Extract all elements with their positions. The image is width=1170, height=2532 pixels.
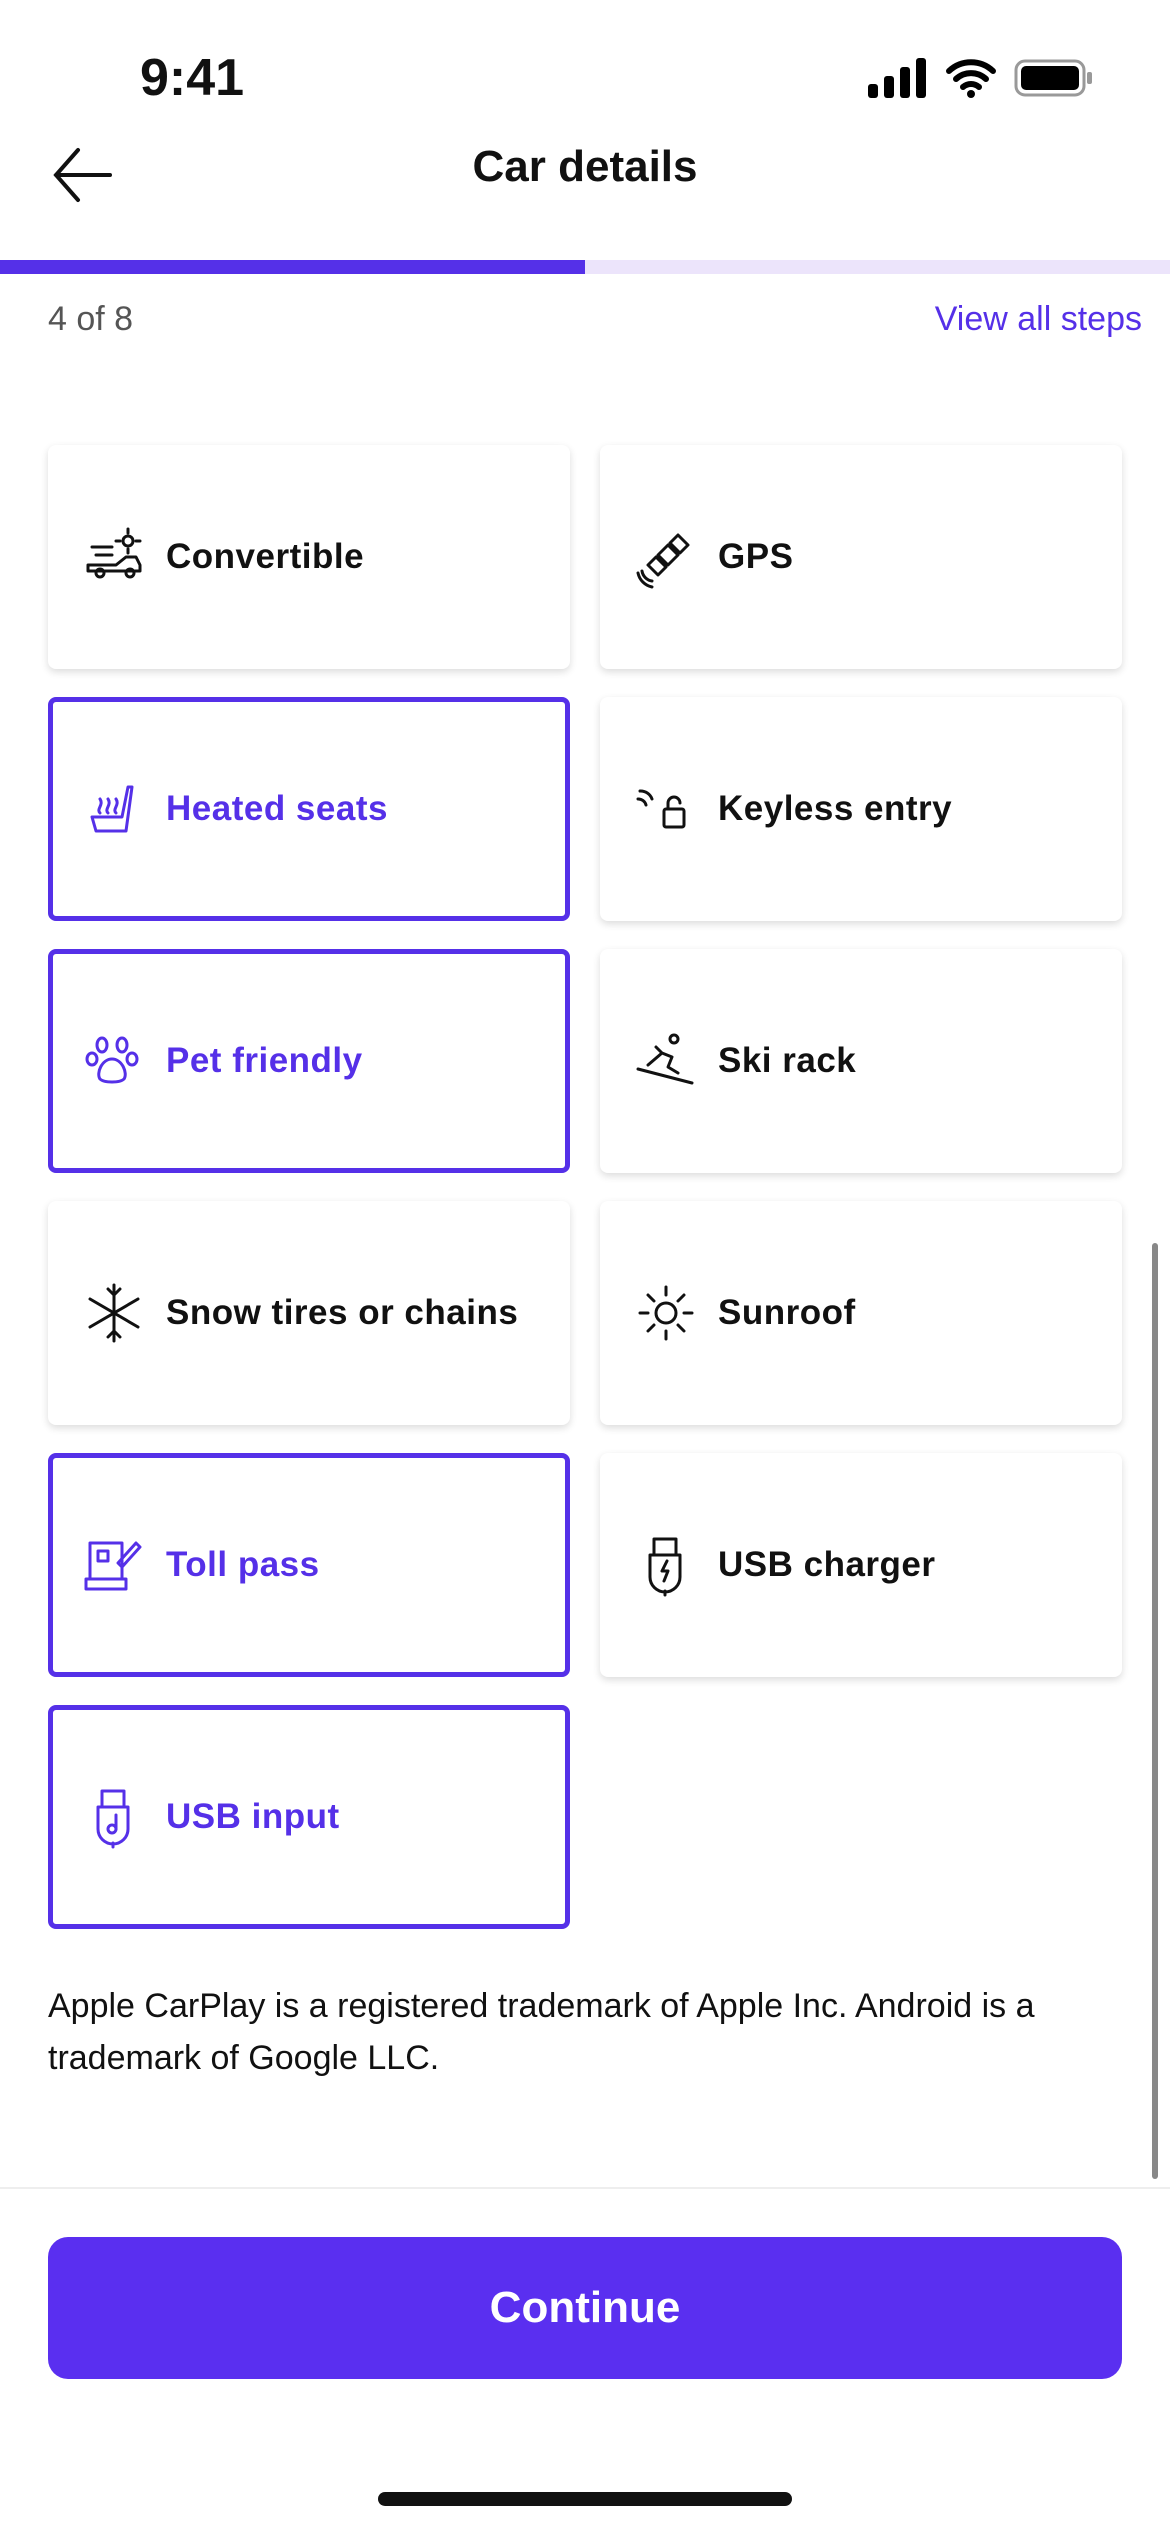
feature-label: Toll pass [166, 1545, 320, 1584]
feature-card-snow-tires-or-chains[interactable]: Snow tires or chains [48, 1201, 570, 1425]
wifi-icon [946, 59, 996, 98]
feature-card-usb-input[interactable]: USB input [48, 1705, 570, 1929]
feature-label: Sunroof [718, 1293, 856, 1332]
feature-card-heated-seats[interactable]: Heated seats [48, 697, 570, 921]
step-counter: 4 of 8 [48, 300, 134, 338]
keyless-lock-icon [636, 789, 686, 829]
feature-label: Keyless entry [718, 789, 953, 828]
feature-card-pet-friendly[interactable]: Pet friendly [48, 949, 570, 1173]
page-title: Car details [472, 142, 698, 191]
feature-label: Pet friendly [166, 1041, 363, 1080]
home-indicator [378, 2492, 792, 2506]
battery-icon [1014, 59, 1092, 97]
feature-card-gps[interactable]: GPS [600, 445, 1122, 669]
feature-label: USB charger [718, 1545, 936, 1584]
snowflake-icon [88, 1283, 140, 1343]
feature-card-keyless-entry[interactable]: Keyless entry [600, 697, 1122, 921]
skier-icon [636, 1033, 694, 1085]
feature-card-sunroof[interactable]: Sunroof [600, 1201, 1122, 1425]
feature-card-toll-pass[interactable]: Toll pass [48, 1453, 570, 1677]
cellular-signal-icon [868, 58, 926, 98]
progress-bar [0, 260, 1170, 274]
continue-button[interactable]: Continue [48, 2237, 1122, 2379]
toll-pass-icon [84, 1541, 142, 1591]
feature-label: Convertible [166, 537, 365, 576]
status-time: 9:41 [140, 49, 245, 107]
scrollbar[interactable] [1152, 1243, 1158, 2179]
paw-icon [85, 1036, 139, 1084]
feature-label: Heated seats [166, 789, 388, 828]
feature-label: Snow tires or chains [166, 1293, 519, 1332]
feature-card-convertible[interactable]: Convertible [48, 445, 570, 669]
usb-charger-icon [648, 1537, 682, 1597]
divider [0, 2187, 1170, 2189]
feature-card-usb-charger[interactable]: USB charger [600, 1453, 1122, 1677]
progress-fill [0, 260, 585, 274]
sun-icon [638, 1285, 694, 1341]
feature-label: USB input [166, 1797, 340, 1836]
trademark-footnote: Apple CarPlay is a registered trademark … [48, 1987, 1035, 2077]
feature-label: Ski rack [718, 1041, 857, 1080]
feature-label: GPS [718, 537, 794, 576]
usb-music-icon [96, 1789, 130, 1849]
heated-seat-icon [90, 785, 134, 833]
satellite-icon [636, 533, 690, 589]
convertible-icon [86, 527, 142, 579]
feature-card-ski-rack[interactable]: Ski rack [600, 949, 1122, 1173]
status-icons [868, 58, 1094, 98]
view-all-steps-link[interactable]: View all steps [935, 300, 1142, 339]
